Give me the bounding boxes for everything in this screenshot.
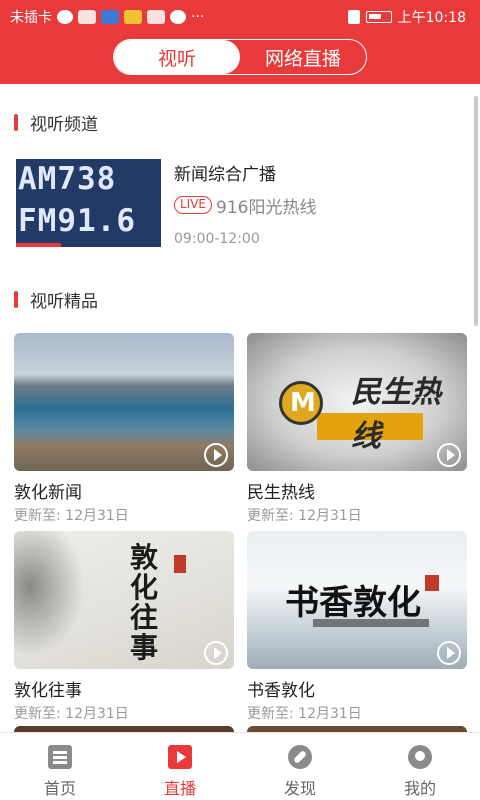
tab-discover[interactable]: 发现 <box>240 733 360 800</box>
play-icon[interactable] <box>437 443 461 467</box>
seal-stamp <box>174 555 186 573</box>
thumb-text-line: AM738 <box>18 161 117 197</box>
tab-label: 发现 <box>283 779 316 798</box>
channel-logo-icon <box>279 381 323 425</box>
tab-audio-video[interactable]: 视听 <box>114 40 240 74</box>
vibrate-icon <box>347 10 360 24</box>
clock: 上午10:18 <box>397 10 466 26</box>
program-card[interactable]: 敦化往事 敦化往事 更新至: 12月31日 <box>14 531 234 722</box>
thumb-decoration <box>14 531 94 669</box>
app-notification-icon <box>78 10 96 24</box>
bottom-tab-bar: 首页 直播 发现 我的 <box>0 732 480 800</box>
seal-stamp <box>425 575 439 591</box>
thumb-decoration <box>313 619 429 627</box>
status-bar: 未插卡 ··· 上午10:18 <box>0 0 480 32</box>
tab-label: 首页 <box>43 779 76 798</box>
app-notification-icon <box>124 10 142 24</box>
program-card[interactable]: 书香敦化 书香敦化 更新至: 12月31日 <box>247 531 467 722</box>
app-notification-icon <box>170 10 186 24</box>
thumb-title-art: 书香敦化 <box>285 583 421 623</box>
status-left: 未插卡 ··· <box>10 7 204 27</box>
card-title: 敦化新闻 <box>14 483 82 503</box>
status-right: 上午10:18 <box>347 7 466 27</box>
battery-icon <box>365 11 392 23</box>
program-card[interactable]: 敦化新闻 更新至: 12月31日 <box>14 333 234 524</box>
play-icon[interactable] <box>204 641 228 665</box>
card-updated: 更新至: 12月31日 <box>247 508 362 524</box>
app-screen: 未插卡 ··· 上午10:18 视听 网络直播 视听频道 AM738 FM91.… <box>0 0 480 800</box>
top-header: 视听 网络直播 <box>0 32 480 84</box>
section-title-channels: 视听频道 <box>14 110 98 135</box>
card-updated: 更新至: 12月31日 <box>14 706 129 722</box>
tab-web-live[interactable]: 网络直播 <box>240 40 366 74</box>
section-title-featured: 视听精品 <box>14 287 98 312</box>
thumb-title-art: 敦化往事 <box>130 541 159 664</box>
play-icon[interactable] <box>437 641 461 665</box>
card-title: 民生热线 <box>247 483 315 503</box>
tab-home[interactable]: 首页 <box>0 733 120 800</box>
live-badge: LIVE <box>174 196 213 214</box>
video-play-icon <box>168 745 192 769</box>
section-title-text: 视听精品 <box>30 292 98 312</box>
tab-label: 我的 <box>403 779 436 798</box>
play-icon[interactable] <box>204 443 228 467</box>
channel-time: 09:00-12:00 <box>174 231 260 247</box>
program-card[interactable]: 民生热线 民生热线 更新至: 12月31日 <box>247 333 467 524</box>
channel-program: 916阳光热线 <box>216 198 317 218</box>
channel-name: 新闻综合广播 <box>174 165 276 185</box>
section-accent-bar <box>14 114 18 131</box>
card-updated: 更新至: 12月31日 <box>247 706 362 722</box>
home-icon <box>48 745 72 769</box>
tab-label: 直播 <box>163 779 196 798</box>
carrier-label: 未插卡 <box>10 10 52 26</box>
segmented-control: 视听 网络直播 <box>113 39 367 75</box>
compass-icon <box>288 745 312 769</box>
app-notification-icon <box>147 10 165 24</box>
more-notifications-icon: ··· <box>191 9 205 25</box>
thumb-title-art: 民生热线 <box>351 375 441 454</box>
channel-progress-bar <box>16 243 61 247</box>
tab-me[interactable]: 我的 <box>360 733 480 800</box>
section-accent-bar <box>14 291 18 308</box>
card-thumbnail[interactable]: 书香敦化 <box>247 531 467 669</box>
card-title: 敦化往事 <box>14 681 82 701</box>
user-icon <box>408 745 432 769</box>
channel-thumbnail[interactable]: AM738 FM91.6 <box>16 159 161 247</box>
section-title-text: 视听频道 <box>30 115 98 135</box>
app-notification-icon <box>101 10 119 24</box>
scrollbar[interactable] <box>474 96 478 326</box>
wifi-icon <box>57 10 73 24</box>
thumb-text-line: FM91.6 <box>18 203 136 239</box>
card-thumbnail[interactable] <box>14 333 234 471</box>
tab-live[interactable]: 直播 <box>120 733 240 800</box>
card-updated: 更新至: 12月31日 <box>14 508 129 524</box>
card-title: 书香敦化 <box>247 681 315 701</box>
card-thumbnail[interactable]: 民生热线 <box>247 333 467 471</box>
card-thumbnail[interactable]: 敦化往事 <box>14 531 234 669</box>
